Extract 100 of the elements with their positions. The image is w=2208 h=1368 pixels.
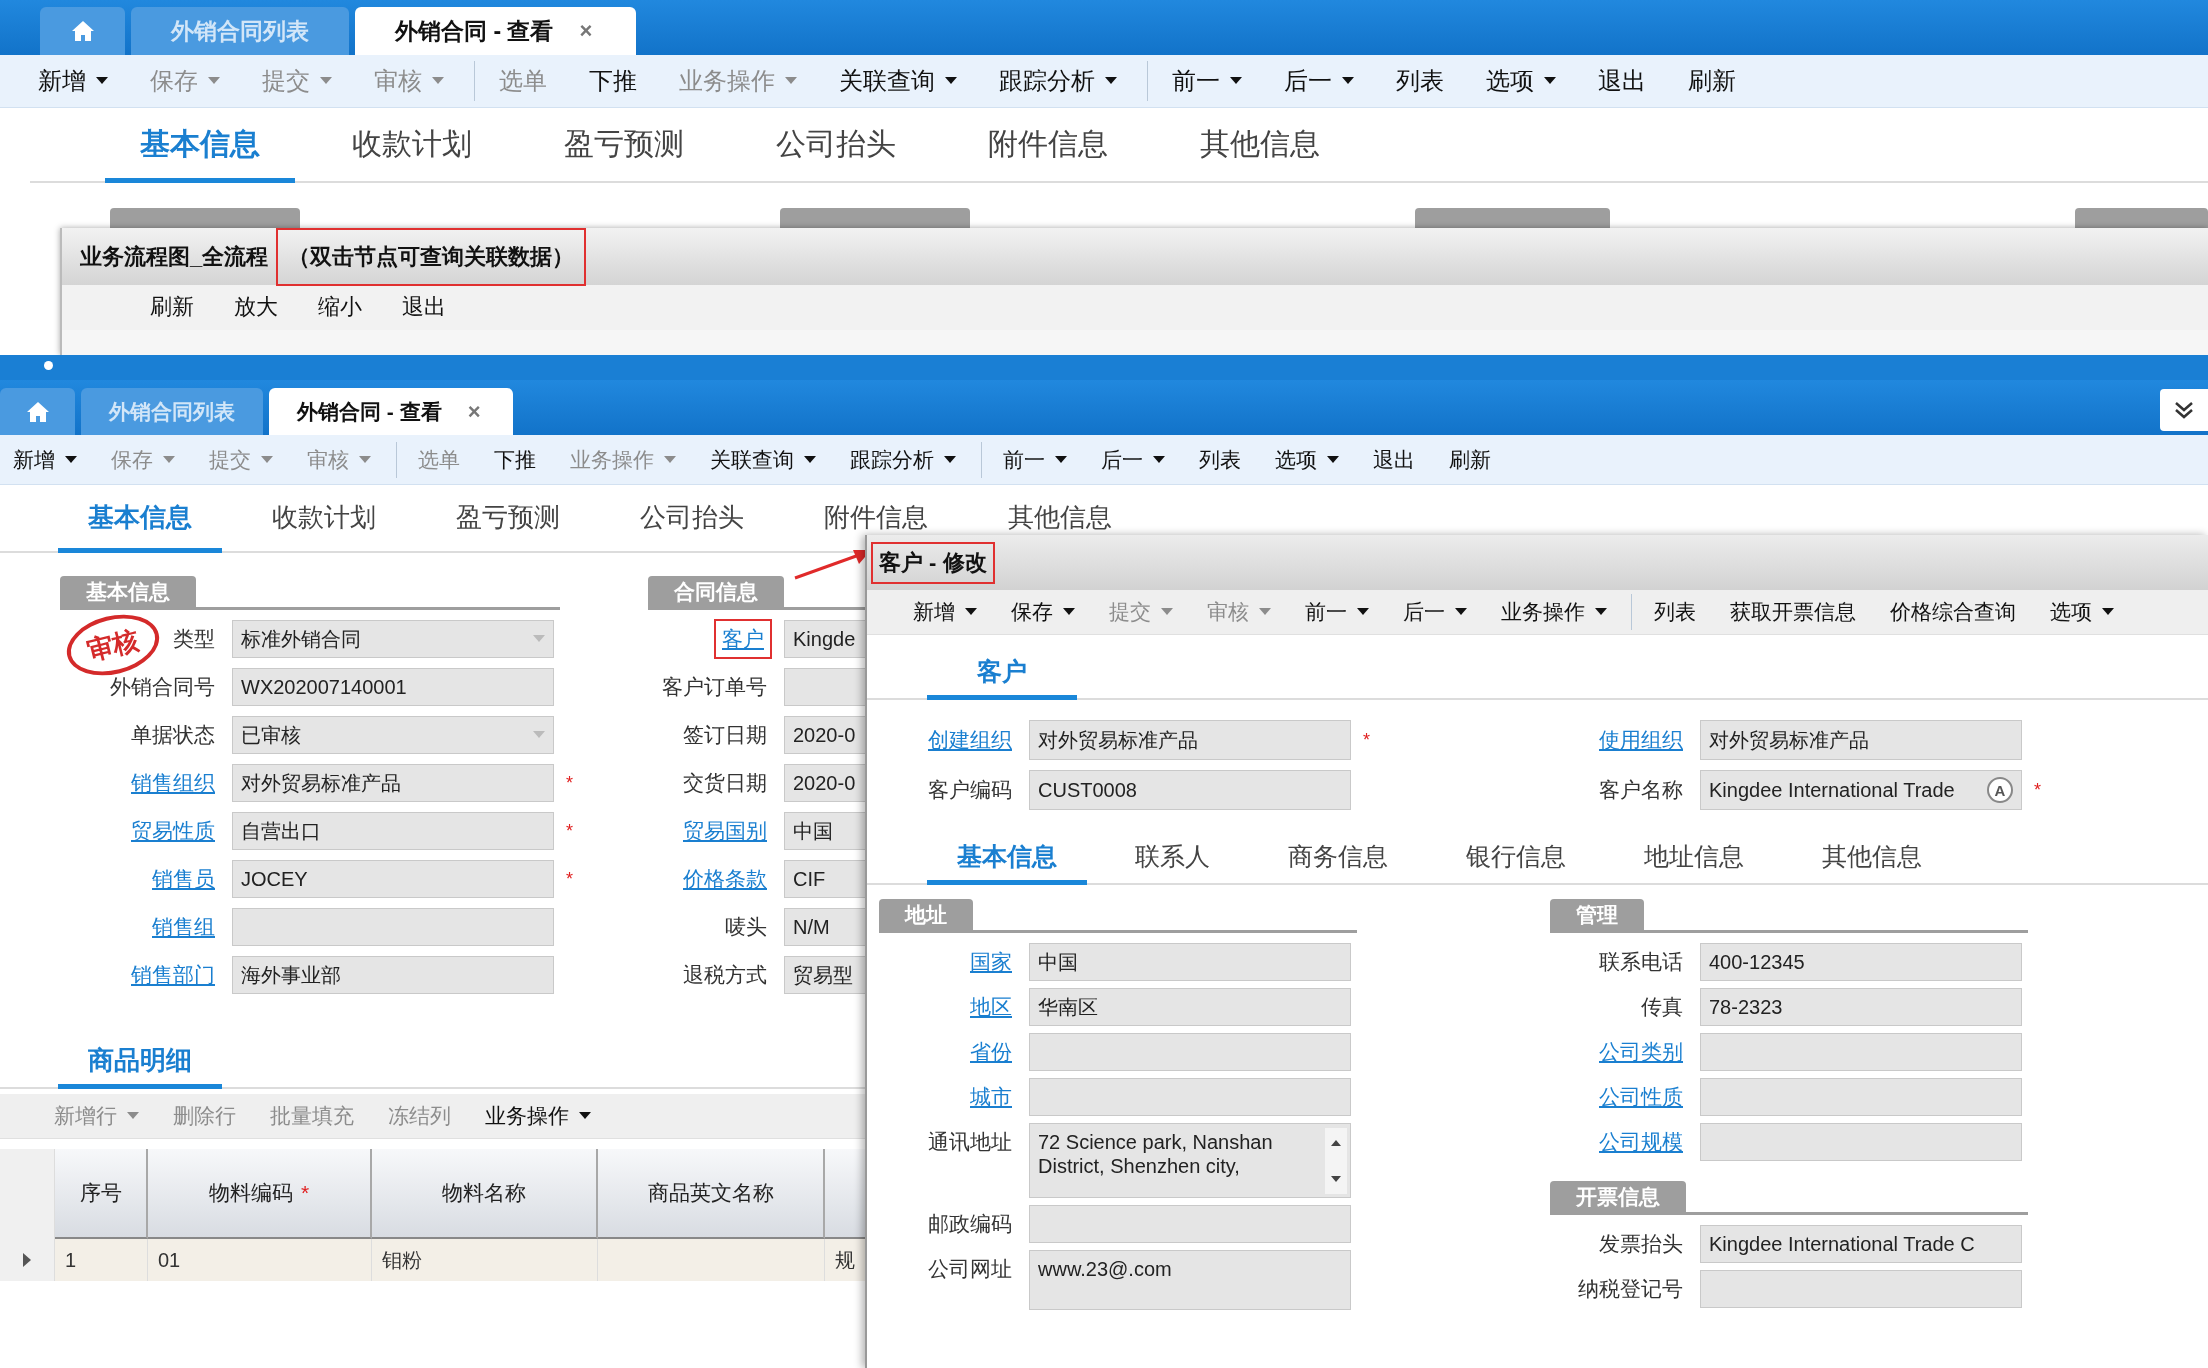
column-header[interactable]: 商品英文名称 xyxy=(598,1149,825,1239)
text-field[interactable]: 400-12345 xyxy=(1700,943,2022,981)
toolbar-button[interactable]: 刷新 xyxy=(1436,441,1504,478)
tab[interactable]: 外销合同 - 查看 × xyxy=(269,388,513,435)
field-link[interactable]: 公司类别 xyxy=(1594,1035,1688,1069)
text-field[interactable] xyxy=(1029,1078,1351,1116)
toolbar-button[interactable]: 列表 xyxy=(1380,61,1460,101)
tab[interactable]: 客户 xyxy=(927,647,1077,700)
tab[interactable]: 其他信息 xyxy=(1165,110,1355,183)
text-field[interactable]: 中国 xyxy=(1029,943,1351,981)
tab[interactable]: 联系人 xyxy=(1105,832,1240,885)
field-link[interactable]: 公司性质 xyxy=(1594,1080,1688,1114)
text-area[interactable]: www.23@.com xyxy=(1029,1250,1351,1310)
toolbar-button[interactable]: 下推 xyxy=(481,441,549,478)
field-link[interactable]: 国家 xyxy=(965,945,1017,979)
tab[interactable]: 盈亏预测 xyxy=(529,110,719,183)
tab[interactable]: 商务信息 xyxy=(1258,832,1418,885)
field-link[interactable]: 使用组织 xyxy=(1594,723,1688,757)
text-field[interactable] xyxy=(1029,1033,1351,1071)
toolbar-button[interactable]: 列表 xyxy=(1631,594,1710,630)
field-link[interactable]: 城市 xyxy=(965,1080,1017,1114)
dropdown-field[interactable]: 已审核 xyxy=(232,716,554,754)
text-field[interactable]: JOCEY xyxy=(232,860,554,898)
text-field[interactable]: 自营出口 xyxy=(232,812,554,850)
tab[interactable]: 基本信息 xyxy=(58,487,222,553)
tab[interactable]: 地址信息 xyxy=(1614,832,1774,885)
field-link[interactable]: 创建组织 xyxy=(923,723,1017,757)
field-link[interactable]: 贸易国别 xyxy=(678,814,772,848)
close-button[interactable]: × xyxy=(575,18,597,44)
toolbar-button[interactable]: 新增 xyxy=(22,61,124,101)
toolbar-button[interactable]: 后一 xyxy=(1268,61,1370,101)
text-area[interactable]: 72 Science park, Nanshan District, Shenzhen city, xyxy=(1029,1123,1351,1198)
home-tab[interactable] xyxy=(40,7,125,55)
toolbar-button[interactable]: 业务操作 xyxy=(471,1098,605,1134)
field-link[interactable]: 公司规模 xyxy=(1594,1125,1688,1159)
column-header[interactable]: 物料名称 xyxy=(372,1149,598,1239)
toolbar-button[interactable]: 放大 xyxy=(214,288,298,326)
text-field[interactable] xyxy=(1700,1123,2022,1161)
toolbar-button[interactable]: 下推 xyxy=(573,61,653,101)
tab[interactable]: 外销合同 - 查看 × xyxy=(355,7,637,55)
toolbar-button[interactable]: 关联查询 xyxy=(697,441,829,478)
collapse-button[interactable] xyxy=(2160,389,2208,431)
toolbar-button[interactable]: 保存 xyxy=(997,594,1089,630)
tab[interactable]: 公司抬头 xyxy=(610,487,774,553)
text-field[interactable] xyxy=(1700,1033,2022,1071)
toolbar-button[interactable]: 新增 xyxy=(899,594,991,630)
toolbar-button[interactable]: 获取开票信息 xyxy=(1716,594,1870,630)
toolbar-button[interactable]: 退出 xyxy=(1582,61,1662,101)
field-link[interactable]: 地区 xyxy=(965,990,1017,1024)
toolbar-button[interactable]: 刷新 xyxy=(1672,61,1752,101)
close-button[interactable]: × xyxy=(463,398,485,425)
toolbar-button[interactable]: 后一 xyxy=(1088,441,1178,478)
toolbar-button[interactable]: 选项 xyxy=(1262,441,1352,478)
text-field[interactable] xyxy=(1700,1270,2022,1308)
toolbar-button[interactable]: 跟踪分析 xyxy=(837,441,969,478)
toolbar-button[interactable]: 跟踪分析 xyxy=(983,61,1133,101)
field-link[interactable]: 省份 xyxy=(965,1035,1017,1069)
field-link[interactable]: 客户 xyxy=(714,619,772,659)
field-link[interactable]: 价格条款 xyxy=(678,862,772,896)
text-field[interactable]: 对外贸易标准产品 xyxy=(1029,720,1351,760)
toolbar-button[interactable]: 退出 xyxy=(1360,441,1428,478)
toolbar-button[interactable]: 前一 xyxy=(1147,61,1258,101)
field-link[interactable]: 贸易性质 xyxy=(126,814,220,848)
tab[interactable]: 收款计划 xyxy=(242,487,406,553)
text-field[interactable]: 华南区 xyxy=(1029,988,1351,1026)
text-field[interactable]: Kingdee International Trade C xyxy=(1700,1225,2022,1263)
text-field[interactable] xyxy=(1029,1205,1351,1243)
tab[interactable]: 基本信息 xyxy=(927,832,1087,885)
toolbar-button[interactable]: 选项 xyxy=(1470,61,1572,101)
tab[interactable]: 公司抬头 xyxy=(741,110,931,183)
field-link[interactable]: 销售部门 xyxy=(126,958,220,992)
scrollbar[interactable] xyxy=(1325,1128,1347,1194)
toolbar-button[interactable]: 新增 xyxy=(0,441,90,478)
tab[interactable]: 基本信息 xyxy=(105,110,295,183)
field-link[interactable]: 销售组织 xyxy=(126,766,220,800)
home-tab[interactable] xyxy=(0,388,75,435)
tab[interactable]: 盈亏预测 xyxy=(426,487,590,553)
language-badge[interactable]: A xyxy=(1987,777,2013,803)
tab[interactable]: 商品明细 xyxy=(58,1036,222,1089)
tab[interactable]: 银行信息 xyxy=(1436,832,1596,885)
text-field[interactable]: 78-2323 xyxy=(1700,988,2022,1026)
text-field[interactable]: 对外贸易标准产品 xyxy=(1700,720,2022,760)
field-link[interactable]: 销售员 xyxy=(147,862,220,896)
toolbar-button[interactable]: 价格综合查询 xyxy=(1876,594,2030,630)
tab[interactable]: 其他信息 xyxy=(1792,832,1952,885)
text-field[interactable]: WX202007140001 xyxy=(232,668,554,706)
text-field[interactable]: CUST0008 xyxy=(1029,770,1351,810)
tab[interactable]: 收款计划 xyxy=(317,110,507,183)
tab[interactable]: 附件信息 xyxy=(953,110,1143,183)
text-field[interactable]: Kingdee International Trade A xyxy=(1700,770,2022,810)
toolbar-button[interactable]: 列表 xyxy=(1186,441,1254,478)
text-field[interactable] xyxy=(1700,1078,2022,1116)
toolbar-button[interactable]: 业务操作 xyxy=(1487,594,1621,630)
dropdown-field[interactable]: 标准外销合同 xyxy=(232,620,554,658)
column-header[interactable]: 物料编码 * xyxy=(148,1149,372,1239)
toolbar-button[interactable]: 前一 xyxy=(1291,594,1383,630)
toolbar-button[interactable]: 关联查询 xyxy=(823,61,973,101)
toolbar-button[interactable]: 退出 xyxy=(382,288,466,326)
toolbar-button[interactable]: 前一 xyxy=(981,441,1080,478)
column-header[interactable]: 序号 xyxy=(55,1149,148,1239)
